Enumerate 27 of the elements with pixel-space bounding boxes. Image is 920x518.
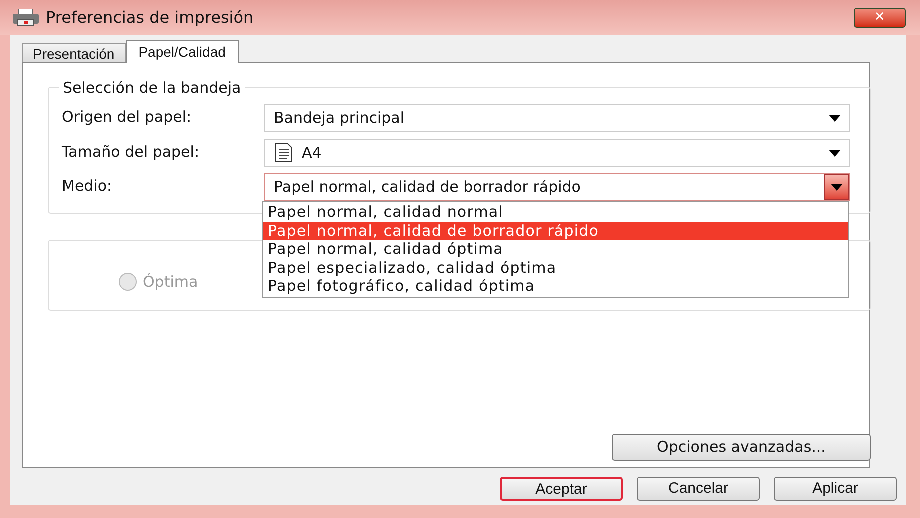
printer-icon [12,8,40,28]
tab[interactable]: Papel/Calidad [126,40,239,63]
dialog-button[interactable]: Aceptar [500,477,623,501]
dropdown[interactable]: A4 [264,139,850,167]
window-title: Preferencias de impresión [46,6,254,28]
dropdown-option[interactable]: Papel normal, calidad normal [263,203,848,222]
caret-icon [829,114,841,122]
caret-icon [829,150,841,156]
dropdown-option[interactable]: Papel especializado, calidad óptima [263,258,848,277]
document-icon [274,143,294,163]
dropdown-value: Papel normal, calidad de borrador rápido [274,176,582,198]
radio-label: Óptima [143,272,198,293]
dropdown-option[interactable]: Papel normal, calidad de borrador rápido [263,222,848,240]
field-label: Tamaño del papel: [62,142,200,163]
tab[interactable]: Presentación [22,43,126,63]
dropdown[interactable]: Bandeja principal [264,104,850,132]
caret-icon [824,174,849,200]
advanced-options-button[interactable]: Opciones avanzadas... [612,434,871,461]
dropdown[interactable]: Papel normal, calidad de borrador rápido [264,173,850,201]
field-label: Origen del papel: [62,107,192,128]
dropdown-value: Bandeja principal [274,108,406,129]
dropdown-value: A4 [302,142,323,164]
dropdown-option[interactable]: Papel normal, calidad óptima [263,240,848,258]
dropdown-option[interactable]: Papel fotográfico, calidad óptima [263,277,848,296]
field-label: Medio: [62,176,112,197]
dialog-button[interactable]: Aplicar [774,477,897,501]
dialog-button[interactable]: Cancelar [637,477,760,501]
